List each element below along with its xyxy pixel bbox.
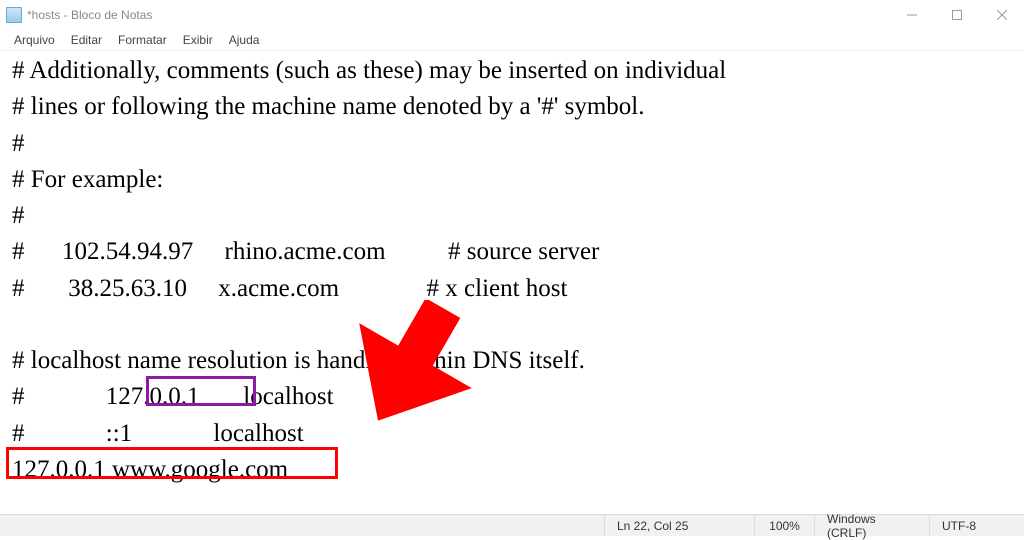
text-line: # 127.0.0.1 localhost [12,383,334,410]
menu-edit[interactable]: Editar [63,32,110,48]
maximize-button[interactable] [934,0,979,30]
text-editor[interactable]: # Additionally, comments (such as these)… [0,50,1024,514]
text-line: # Additionally, comments (such as these)… [12,57,726,84]
menu-view[interactable]: Exibir [175,32,221,48]
statusbar: Ln 22, Col 25 100% Windows (CRLF) UTF-8 [0,514,1024,536]
minimize-button[interactable] [889,0,934,30]
text-line: 127.0.0.1 www.google.com [12,456,288,483]
minimize-icon [907,10,917,20]
text-line: # 38.25.63.10 x.acme.com # x client host [12,275,567,302]
menu-format[interactable]: Formatar [110,32,175,48]
menubar: Arquivo Editar Formatar Exibir Ajuda [0,30,1024,50]
menu-file[interactable]: Arquivo [6,32,63,48]
text-line: # For example: [12,166,163,193]
window-controls [889,0,1024,30]
status-encoding: UTF-8 [929,515,1024,536]
menu-help[interactable]: Ajuda [221,32,268,48]
text-line: # [12,130,25,157]
close-icon [997,10,1007,20]
status-lineending: Windows (CRLF) [814,515,929,536]
text-line: # lines or following the machine name de… [12,93,644,120]
text-line: # localhost name resolution is handled w… [12,347,585,374]
text-line: # ::1 localhost [12,420,304,447]
status-zoom: 100% [754,515,814,536]
maximize-icon [952,10,962,20]
text-line: # [12,202,25,229]
close-button[interactable] [979,0,1024,30]
status-position: Ln 22, Col 25 [604,515,754,536]
app-icon [6,7,22,23]
text-line: # 102.54.94.97 rhino.acme.com # source s… [12,238,599,265]
titlebar: *hosts - Bloco de Notas [0,0,1024,30]
window-title: *hosts - Bloco de Notas [27,8,152,22]
